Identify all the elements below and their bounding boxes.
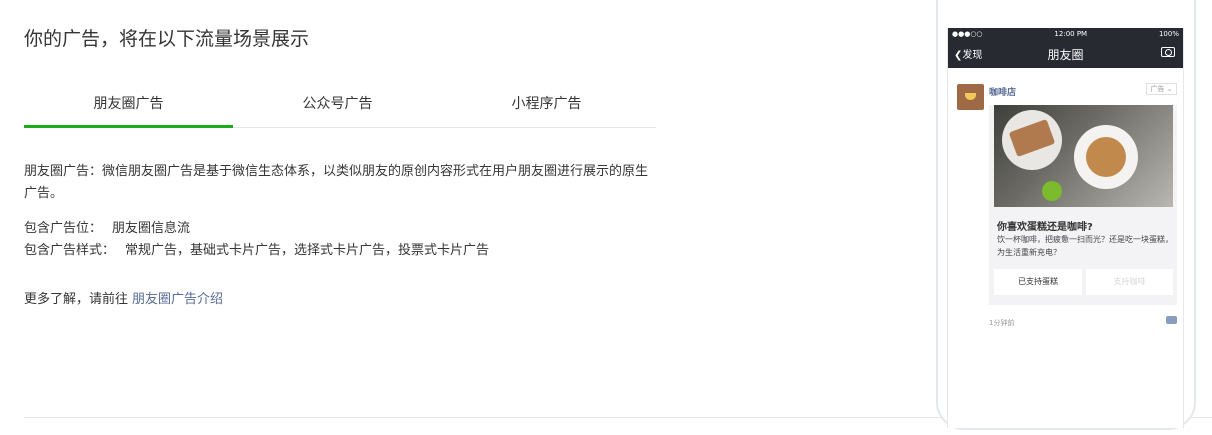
- tab-mini-program-ads[interactable]: 小程序广告: [442, 84, 651, 127]
- vote-option-coffee[interactable]: 支持咖啡: [1086, 269, 1173, 295]
- style-label: 包含广告样式：: [24, 243, 116, 258]
- more-prefix: 更多了解，请前往: [24, 292, 129, 307]
- comment-icon[interactable]: [1166, 316, 1177, 324]
- placement-value: 朋友圈信息流: [112, 221, 191, 236]
- ad-description: 朋友圈广告：微信朋友圈广告是基于微信生态体系，以类似朋友的原创内容形式在用户朋友…: [24, 164, 649, 201]
- post-time: 1分钟前: [989, 319, 1015, 327]
- coffee-shape: [1086, 137, 1126, 177]
- lime-shape: [1042, 181, 1062, 201]
- phone-screen: ●●●○○ 12:00 PM 100% ❮发现 朋友圈 咖啡店 广告 ⌄ 你喜欢…: [947, 28, 1184, 428]
- ad-tag[interactable]: 广告 ⌄: [1146, 83, 1177, 95]
- card-question-desc: 饮一杯咖啡，把疲惫一扫而光？还是吃一块蛋糕，为生活重新充电？: [997, 235, 1173, 257]
- camera-icon[interactable]: [1161, 47, 1175, 57]
- style-value: 常规广告，基础式卡片广告，选择式卡片广告，投票式卡片广告: [125, 243, 490, 258]
- chevron-down-icon: ⌄: [1166, 85, 1173, 93]
- tab-official-account-ads[interactable]: 公众号广告: [233, 84, 442, 127]
- status-time: 12:00 PM: [1054, 30, 1088, 38]
- moments-feed: 咖啡店 广告 ⌄ 你喜欢蛋糕还是咖啡? 饮一杯咖啡，把疲惫一扫而光？还是吃一块蛋…: [948, 68, 1183, 428]
- status-bar: ●●●○○ 12:00 PM 100%: [948, 28, 1183, 40]
- tab-bar: 朋友圈广告 公众号广告 小程序广告: [24, 84, 656, 128]
- vote-option-cake[interactable]: 已支持蛋糕: [994, 269, 1082, 295]
- card-question: 你喜欢蛋糕还是咖啡?: [997, 222, 1093, 233]
- nav-title: 朋友圈: [1047, 48, 1084, 62]
- moments-ads-intro-link[interactable]: 朋友圈广告介绍: [132, 292, 223, 307]
- avatar[interactable]: [957, 84, 984, 110]
- placement-row: 包含广告位： 朋友圈信息流: [24, 218, 489, 240]
- placement-label: 包含广告位：: [24, 221, 103, 236]
- card-image: [994, 105, 1173, 207]
- tab-moments-ads[interactable]: 朋友圈广告: [24, 84, 233, 128]
- vote-card[interactable]: 你喜欢蛋糕还是咖啡? 饮一杯咖啡，把疲惫一扫而光？还是吃一块蛋糕，为生活重新充电…: [989, 105, 1177, 305]
- more-info: 更多了解，请前往 朋友圈广告介绍: [24, 289, 223, 311]
- shop-name[interactable]: 咖啡店: [989, 85, 1016, 98]
- battery-indicator: 100%: [1158, 30, 1179, 38]
- placement-info: 包含广告位： 朋友圈信息流 包含广告样式： 常规广告，基础式卡片广告，选择式卡片广告…: [24, 218, 489, 262]
- page-title: 你的广告，将在以下流量场景展示: [24, 28, 310, 50]
- nav-bar: ❮发现 朋友圈: [948, 40, 1183, 68]
- style-row: 包含广告样式： 常规广告，基础式卡片广告，选择式卡片广告，投票式卡片广告: [24, 240, 489, 262]
- ad-tag-label: 广告: [1150, 85, 1165, 93]
- signal-indicator: ●●●○○: [952, 30, 983, 38]
